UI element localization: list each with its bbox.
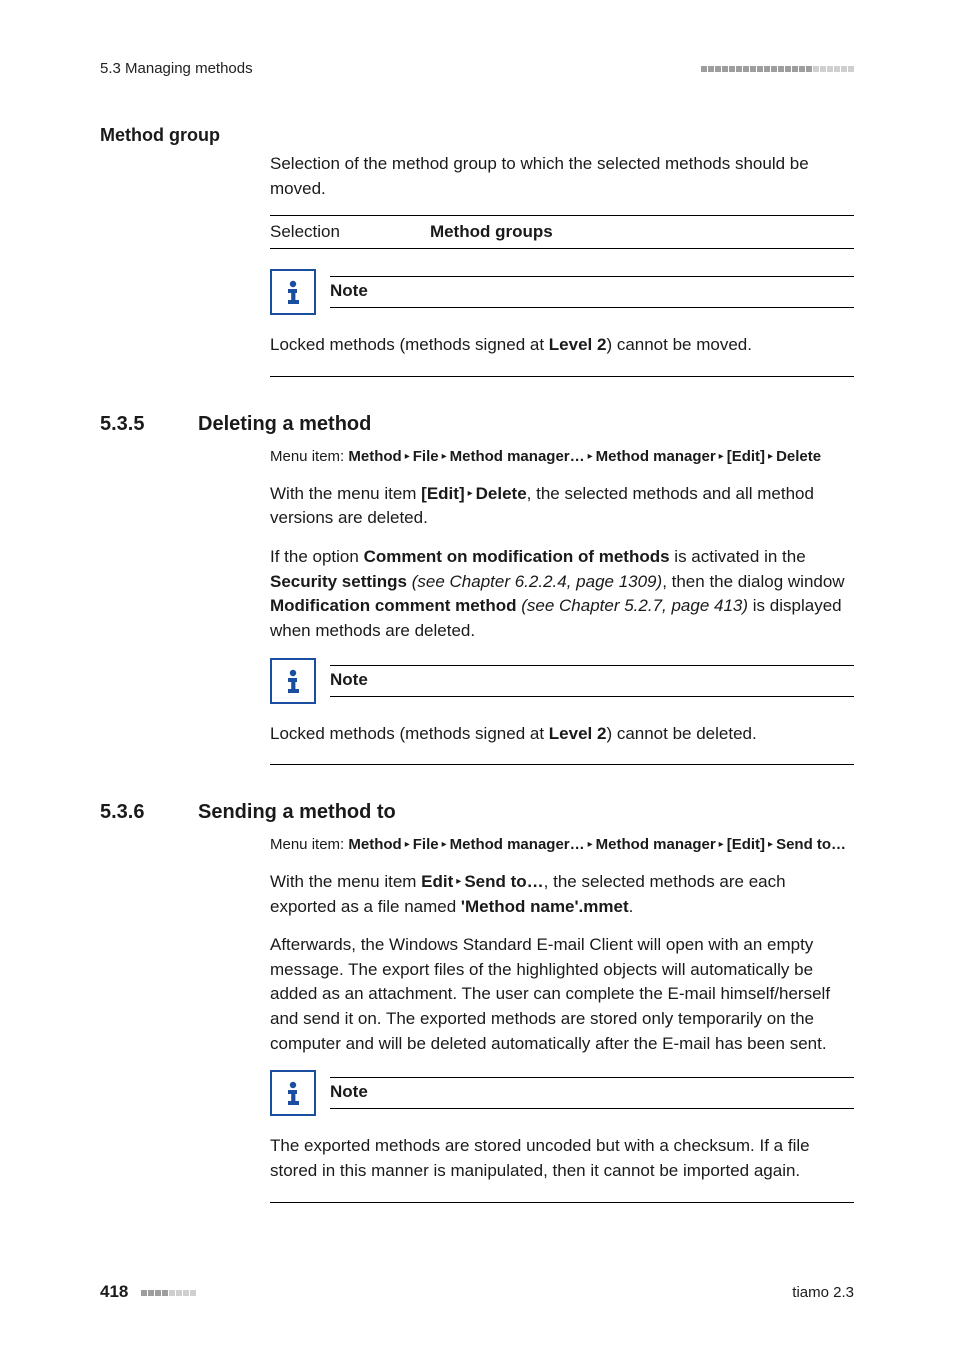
para-536-2: Afterwards, the Windows Standard E-mail … (270, 933, 854, 1056)
selection-row: Selection Method groups (270, 215, 854, 249)
selection-label: Selection (270, 222, 340, 242)
note-box: Note Locked methods (methods signed at L… (270, 658, 854, 766)
menu-path-535: Menu item: Method▸File▸Method manager…▸M… (270, 446, 854, 468)
note-body: Locked methods (methods signed at Level … (270, 333, 854, 358)
section-title: Sending a method to (198, 801, 396, 824)
note-box: Note The exported methods are stored unc… (270, 1070, 854, 1202)
note-body: Locked methods (methods signed at Level … (270, 722, 854, 747)
para-536-1: With the menu item Edit▸Send to…, the se… (270, 870, 854, 919)
section-number: 5.3.5 (100, 413, 170, 436)
menu-path-536: Menu item: Method▸File▸Method manager…▸M… (270, 834, 854, 856)
note-title: Note (330, 281, 368, 300)
note-box: Note Locked methods (methods signed at L… (270, 269, 854, 377)
header-ornament (701, 66, 854, 72)
para-535-1: With the menu item [Edit]▸Delete, the se… (270, 482, 854, 531)
selection-value: Method groups (430, 222, 553, 242)
method-group-desc: Selection of the method group to which t… (270, 152, 854, 201)
product-name: tiamo 2.3 (792, 1284, 854, 1301)
note-body: The exported methods are stored uncoded … (270, 1134, 854, 1183)
section-title: Deleting a method (198, 413, 371, 436)
para-535-2: If the option Comment on modification of… (270, 545, 854, 644)
page-footer: 418 tiamo 2.3 (100, 1282, 854, 1302)
page-header: 5.3 Managing methods (100, 60, 854, 77)
section-5-3-6: 5.3.6 Sending a method to (100, 801, 854, 824)
info-icon (270, 1070, 316, 1116)
footer-left: 418 (100, 1282, 196, 1302)
footer-ornament (141, 1290, 196, 1296)
note-title: Note (330, 1082, 368, 1101)
subheading-method-group: Method group (100, 125, 854, 146)
section-breadcrumb: 5.3 Managing methods (100, 60, 253, 77)
info-icon (270, 269, 316, 315)
info-icon (270, 658, 316, 704)
page-number: 418 (100, 1282, 128, 1301)
section-number: 5.3.6 (100, 801, 170, 824)
section-5-3-5: 5.3.5 Deleting a method (100, 413, 854, 436)
note-title: Note (330, 670, 368, 689)
